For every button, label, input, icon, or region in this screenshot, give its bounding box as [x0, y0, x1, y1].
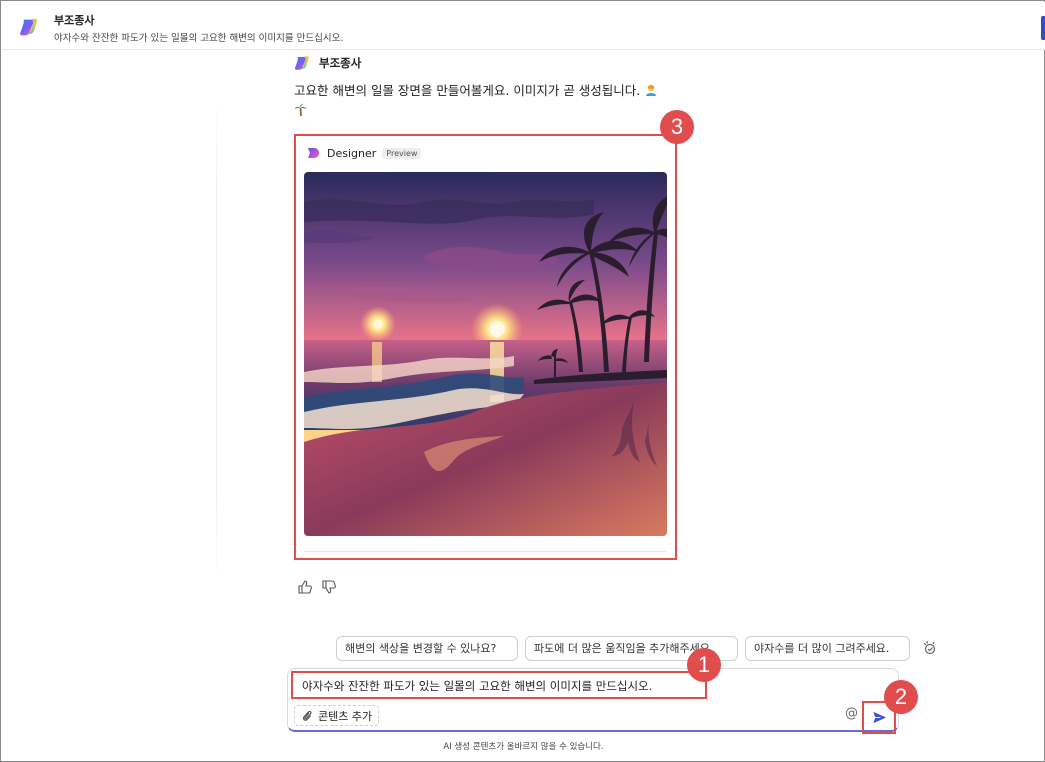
refresh-suggestions-icon[interactable] [921, 639, 939, 657]
chat-input-value[interactable]: 야자수와 잔잔한 파도가 있는 일몰의 고요한 해변의 이미지를 만드십시오. [302, 678, 652, 694]
send-icon [873, 711, 887, 724]
side-panel-edge[interactable] [1041, 16, 1045, 40]
divider [216, 96, 217, 586]
add-content-label: 콘텐츠 추가 [318, 709, 373, 723]
generated-image[interactable] [304, 172, 667, 536]
message-author-row: 부조종사 [294, 53, 361, 73]
paperclip-icon [302, 710, 312, 721]
message-body: 고요한 해변의 일몰 장면을 만들어볼게요. 이미지가 곧 생성됩니다. [294, 83, 641, 98]
header-subtitle: 야자수와 잔잔한 파도가 있는 일몰의 고요한 해변의 이미지를 만드십시오. [54, 33, 344, 44]
conversation-header: 부조종사 야자수와 잔잔한 파도가 있는 일몰의 고요한 해변의 이미지를 만드… [2, 2, 1045, 50]
mention-icon[interactable]: @ [845, 706, 858, 721]
header-title: 부조종사 [54, 14, 95, 27]
callout-1: 1 [687, 648, 721, 682]
message-author: 부조종사 [319, 56, 362, 70]
designer-image-card[interactable]: Designer Preview [294, 134, 677, 560]
feedback-actions [297, 579, 337, 595]
copilot-logo-icon [20, 18, 38, 36]
designer-header: Designer Preview [306, 146, 422, 160]
person-icon [644, 81, 658, 102]
callout-2: 2 [884, 680, 918, 714]
message-text: 고요한 해변의 일몰 장면을 만들어볼게요. 이미지가 곧 생성됩니다. [294, 80, 684, 124]
designer-name: Designer [327, 146, 377, 160]
add-content-button[interactable]: 콘텐츠 추가 [294, 705, 380, 726]
designer-logo-icon [308, 148, 319, 158]
copilot-avatar-icon [295, 56, 309, 70]
thumbs-up-icon[interactable] [297, 579, 313, 595]
suggestion-chip[interactable]: 해변의 색상을 변경할 수 있나요? [336, 636, 518, 661]
card-bottom-divider [304, 551, 667, 552]
ai-disclaimer: AI 생성 콘텐츠가 올바르지 않을 수 있습니다. [443, 742, 604, 752]
thumbs-down-icon[interactable] [321, 579, 337, 595]
app-window: 부조종사 야자수와 잔잔한 파도가 있는 일몰의 고요한 해변의 이미지를 만드… [0, 0, 1045, 762]
preview-badge: Preview [382, 147, 422, 159]
sunset-beach-image [304, 172, 667, 536]
suggestion-chip[interactable]: 야자수를 더 많이 그려주세요. [745, 636, 910, 661]
callout-3: 3 [660, 110, 694, 144]
palm-tree-icon [294, 103, 307, 124]
chat-input[interactable]: 야자수와 잔잔한 파도가 있는 일몰의 고요한 해변의 이미지를 만드십시오. [291, 671, 707, 699]
